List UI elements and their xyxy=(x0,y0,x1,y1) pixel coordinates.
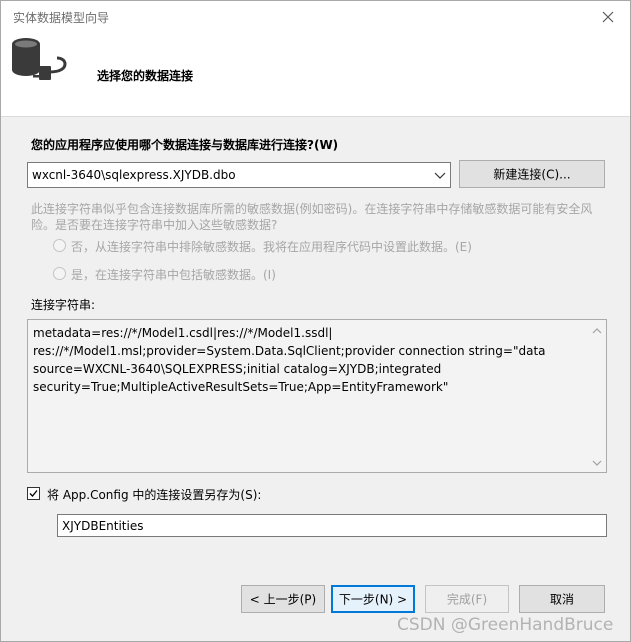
cancel-button[interactable]: 取消 xyxy=(519,585,605,613)
finish-button-label: 完成(F) xyxy=(446,592,488,607)
watermark: CSDN @GreenHandBruce xyxy=(397,615,614,635)
close-button[interactable] xyxy=(598,7,618,27)
connection-question-label: 您的应用程序应使用哪个数据连接与数据库进行连接?(W) xyxy=(31,138,339,152)
new-connection-label: 新建连接(C)... xyxy=(493,167,571,182)
connection-select-value: wxcnl-3640\sqlexpress.XJYDB.dbo xyxy=(32,168,236,182)
save-connection-checkbox[interactable] xyxy=(27,487,40,500)
entities-name-value: XJYDBEntities xyxy=(62,519,144,533)
wizard-header: 选择您的数据连接 xyxy=(1,33,630,117)
save-connection-label: 将 App.Config 中的连接设置另存为(S): xyxy=(47,488,262,502)
connection-select[interactable]: wxcnl-3640\sqlexpress.XJYDB.dbo xyxy=(27,162,451,188)
finish-button[interactable]: 完成(F) xyxy=(425,585,509,613)
chevron-up-icon[interactable] xyxy=(592,327,602,335)
title-bar: 实体数据模型向导 xyxy=(1,1,630,33)
vertical-scrollbar[interactable] xyxy=(589,320,606,472)
entities-name-input[interactable]: XJYDBEntities xyxy=(57,514,607,537)
next-button[interactable]: 下一步(N) > xyxy=(331,585,415,613)
connection-string-text: metadata=res://*/Model1.csdl|res://*/Mod… xyxy=(33,326,546,394)
wizard-window: 实体数据模型向导 选择您的数据连接 您的应用程序应使用哪个数据连接与数据库进行连… xyxy=(0,0,631,642)
back-button[interactable]: < 上一步(P) xyxy=(241,585,325,613)
chevron-down-icon xyxy=(434,172,446,179)
connection-string-label: 连接字符串: xyxy=(31,298,96,312)
radio-circle xyxy=(53,239,66,252)
chevron-down-icon[interactable] xyxy=(592,459,602,467)
checkmark-icon xyxy=(29,490,38,497)
window-title: 实体数据模型向导 xyxy=(13,11,110,25)
database-plug-icon xyxy=(12,38,67,80)
new-connection-button[interactable]: 新建连接(C)... xyxy=(459,160,605,188)
radio-include-label: 是，在连接字符串中包括敏感数据。(I) xyxy=(71,268,276,282)
close-icon xyxy=(602,11,614,23)
next-button-label: 下一步(N) > xyxy=(338,592,408,607)
radio-exclude-label: 否，从连接字符串中排除敏感数据。我将在应用程序代码中设置此数据。(E) xyxy=(71,240,472,254)
back-button-label: < 上一步(P) xyxy=(249,592,317,607)
cancel-button-label: 取消 xyxy=(549,592,574,607)
sensitive-data-notice: 此连接字符串似乎包含连接数据库所需的敏感数据(例如密码)。在连接字符串中存储敏感… xyxy=(31,202,593,232)
connection-string-textbox[interactable]: metadata=res://*/Model1.csdl|res://*/Mod… xyxy=(27,319,607,473)
radio-circle xyxy=(53,267,66,280)
page-title: 选择您的数据连接 xyxy=(97,69,194,83)
